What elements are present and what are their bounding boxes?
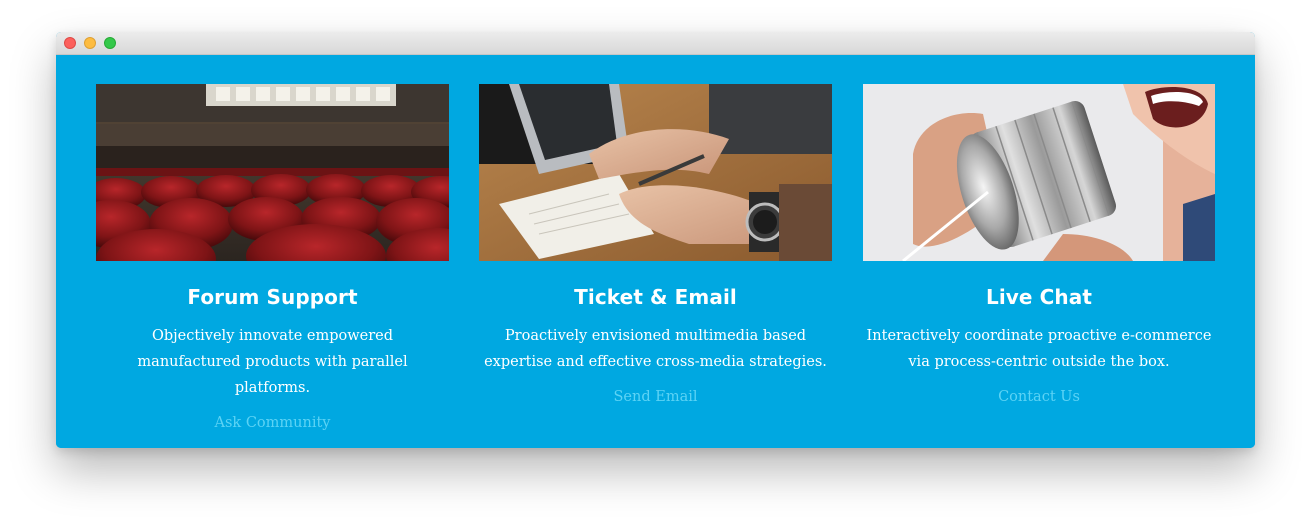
ticket-email-card: Ticket & Email Proactively envisioned mu… [479,84,832,405]
app-window: Forum Support Objectively innovate empow… [56,32,1255,448]
card-title: Ticket & Email [574,285,737,309]
card-description: Objectively innovate empowered manufactu… [137,328,408,396]
ask-community-link[interactable]: Ask Community [215,415,331,431]
support-section: Forum Support Objectively innovate empow… [56,55,1255,448]
card-description: Interactively coordinate proactive e-com… [866,328,1212,370]
auditorium-seats-photo [96,84,449,261]
card-title: Live Chat [985,285,1093,309]
contact-us-link[interactable]: Contact Us [998,389,1080,405]
tin-can-phone-photo [863,84,1215,261]
notebook-writing-photo [479,84,832,261]
card-title: Forum Support [187,285,358,309]
forum-support-card: Forum Support Objectively innovate empow… [96,84,449,431]
minimize-window-button[interactable] [84,37,96,49]
window-titlebar [56,32,1255,55]
live-chat-card: Live Chat Interactively coordinate proac… [863,84,1215,405]
send-email-link[interactable]: Send Email [614,389,698,405]
maximize-window-button[interactable] [104,37,116,49]
close-window-button[interactable] [64,37,76,49]
card-description: Proactively envisioned multimedia based … [484,328,827,370]
